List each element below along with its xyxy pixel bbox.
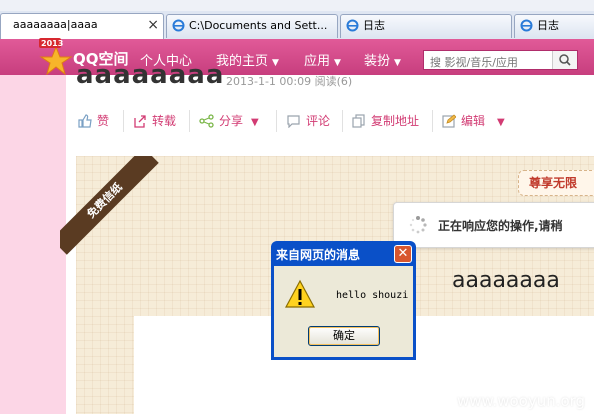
tool-label: 转载 [152,114,177,128]
nav-item-decorate[interactable]: 装扮 ▼ [364,50,401,69]
share-nodes-icon [199,114,214,128]
share-button[interactable]: 分享 ▼ [199,112,259,129]
tool-label: 评论 [306,114,331,128]
repost-button[interactable]: 转载 [133,112,176,129]
copy-address-button[interactable]: 复制地址 [352,112,419,129]
tab-label: 日志 [363,19,385,32]
like-button[interactable]: 赞 [78,112,109,129]
left-sidebar [0,75,66,414]
dialog-body: hello shouzi 确定 [274,266,413,357]
badge-year: 2013 [41,39,63,48]
chevron-down-icon: ▼ [272,58,279,68]
nav-item-apps[interactable]: 应用 ▼ [304,50,341,69]
browser-tab-bar: aaaaaaaa|aaaa × C:\Documents and Sett...… [0,11,594,39]
nav-item-my-home[interactable]: 我的主页 ▼ [216,50,279,69]
browser-tab-diary-1[interactable]: 日志 [340,14,512,38]
tab-label: 日志 [537,19,559,32]
ribbon-label: 免费信纸 [60,156,159,255]
share-out-icon [134,115,146,128]
tab-label: C:\Documents and Sett... [189,19,328,32]
post-toolbar: 赞 转载 分享 ▼ 评论 复制地址 编辑 ▼ [66,104,594,136]
search-icon [559,54,571,66]
tab-label: aaaaaaaa|aaaa [13,18,98,31]
thumbs-up-icon [78,114,92,128]
close-icon: ✕ [397,246,409,261]
vip-badge[interactable]: 尊享无限 [518,170,594,196]
dialog-title: 来自网页的消息 [276,248,361,262]
edit-icon [442,114,457,128]
toolbar-divider [123,110,124,132]
comment-button[interactable]: 评论 [286,112,330,129]
toolbar-divider [189,110,190,132]
copy-icon [352,114,365,128]
toolbar-divider [342,110,343,132]
edit-button[interactable]: 编辑 ▼ [442,112,505,129]
toolbar-divider [276,110,277,132]
nav-label: 应用 [304,54,331,69]
post-meta: 2013-1-1 00:09 阅读(6) [226,75,353,88]
warning-icon [284,279,316,308]
dialog-message: hello shouzi [336,290,409,301]
browser-tab-active[interactable]: aaaaaaaa|aaaa × [0,13,164,39]
dialog-close-button[interactable]: ✕ [394,245,412,263]
tool-label: 赞 [97,114,110,128]
alert-dialog: 来自网页的消息 ✕ hello shouzi 确定 [271,241,416,360]
chevron-down-icon: ▼ [497,117,505,128]
loading-text: 正在响应您的操作,请稍 [438,219,563,233]
browser-tab-documents[interactable]: C:\Documents and Sett... [166,14,338,38]
nav-label: 装扮 [364,54,391,69]
ie-icon [346,19,359,32]
tool-label: 编辑 [461,114,486,128]
search-button[interactable] [552,51,577,69]
browser-tab-diary-2[interactable]: 日志 [514,14,594,38]
spinner-icon [409,216,427,234]
free-stationery-ribbon[interactable]: 免费信纸 [60,156,170,266]
tool-label: 分享 [219,114,244,128]
ie-icon [172,19,185,32]
ok-button[interactable]: 确定 [308,326,380,346]
ie-icon [520,19,533,32]
post-title: aaaaaaaa [76,65,225,85]
tool-label: 复制地址 [371,114,420,128]
loading-notice: 正在响应您的操作,请稍 [393,202,594,248]
chevron-down-icon: ▼ [251,117,259,128]
letter-body-text: aaaaaaaa [452,268,560,293]
search-box [423,50,578,72]
comment-icon [287,115,300,129]
toolbar-divider [432,110,433,132]
search-input[interactable] [424,53,558,72]
watermark: www.wooyun.org [457,392,586,410]
tab-close-icon[interactable]: × [147,14,159,36]
chevron-down-icon: ▼ [394,58,401,68]
chevron-down-icon: ▼ [334,58,341,68]
star-badge-icon: 2013 [39,38,73,76]
